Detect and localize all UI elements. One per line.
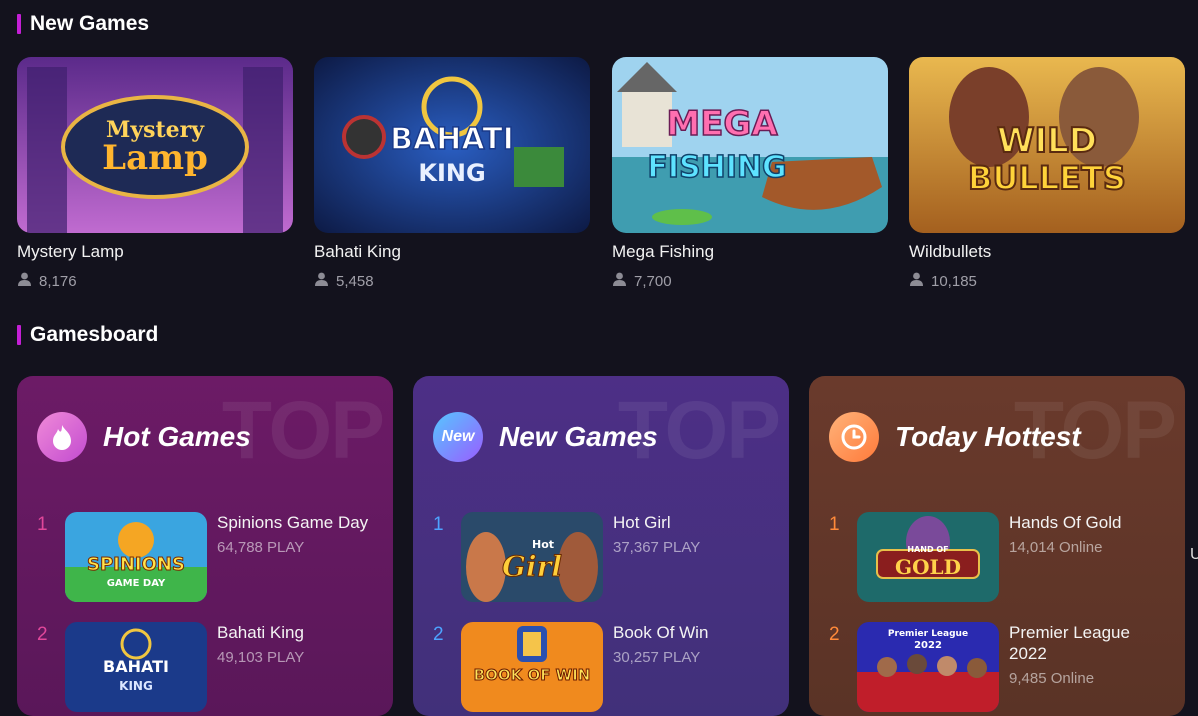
board-title: Hot Games <box>103 421 251 452</box>
player-count-value: 8,176 <box>39 272 77 290</box>
svg-text:BOOK OF WIN: BOOK OF WIN <box>474 666 591 684</box>
rank-number: 1 <box>433 514 444 535</box>
game-name[interactable]: Book Of Win <box>613 622 773 643</box>
svg-text:FISHING: FISHING <box>647 150 786 185</box>
ranked-game-item[interactable]: 2 BOOK OF WIN Book Of Win 30,257 PLAY <box>433 622 773 712</box>
svg-text:KING: KING <box>418 159 485 187</box>
svg-text:HAND OF: HAND OF <box>907 545 948 554</box>
svg-text:2022: 2022 <box>914 640 942 651</box>
svg-text:BAHATI: BAHATI <box>390 122 514 157</box>
game-thumbnail[interactable]: Premier League 2022 <box>857 622 999 712</box>
svg-text:Premier League: Premier League <box>888 629 968 639</box>
svg-text:BULLETS: BULLETS <box>968 159 1126 197</box>
svg-text:KING: KING <box>119 679 153 693</box>
game-name[interactable]: Bahati King <box>217 622 377 643</box>
player-count: 7,700 <box>612 272 888 290</box>
board-header: Today Hottest <box>829 412 1081 462</box>
user-icon <box>909 272 924 290</box>
game-name[interactable]: Mega Fishing <box>612 242 888 262</box>
game-name[interactable]: Hands Of Gold <box>1009 512 1169 533</box>
play-count: 64,788 PLAY <box>217 539 305 556</box>
game-name[interactable]: Premier League 2022 <box>1009 622 1169 664</box>
game-info: Hot Girl 37,367 PLAY <box>613 512 773 602</box>
ranked-game-item[interactable]: 1 HAND OF GOLD Hands Of Gold 14,014 Onli… <box>829 512 1169 602</box>
new-badge-icon: New <box>433 412 483 462</box>
rank-number: 1 <box>37 514 48 535</box>
game-info: Book Of Win 30,257 PLAY <box>613 622 773 712</box>
clock-icon <box>829 412 879 462</box>
game-info: Spinions Game Day 64,788 PLAY <box>217 512 377 602</box>
svg-text:Girl: Girl <box>502 550 562 583</box>
play-count: 30,257 PLAY <box>613 649 701 666</box>
board-title: Today Hottest <box>895 421 1081 452</box>
game-thumbnail[interactable]: Mystery Lamp <box>17 57 293 233</box>
user-icon <box>314 272 329 290</box>
svg-text:Lamp: Lamp <box>102 138 208 178</box>
game-card-mega-fishing[interactable]: MEGA FISHING Mega Fishing 7,700 <box>612 57 888 290</box>
rank-number: 2 <box>829 624 840 645</box>
board-header: New New Games <box>433 412 658 462</box>
new-games-heading: New Games <box>17 12 149 36</box>
svg-text:SPINIONS: SPINIONS <box>87 554 185 575</box>
svg-text:WILD: WILD <box>997 121 1097 161</box>
svg-text:MEGA: MEGA <box>666 104 778 144</box>
game-name[interactable]: Bahati King <box>314 242 590 262</box>
ranked-game-item[interactable]: 1 Hot Girl Hot Girl 37,367 PLAY <box>433 512 773 602</box>
game-thumbnail[interactable]: BAHATI KING <box>65 622 207 712</box>
heading-accent-bar <box>17 325 21 345</box>
game-thumbnail[interactable]: MEGA FISHING <box>612 57 888 233</box>
rank-number: 2 <box>37 624 48 645</box>
play-count: 37,367 PLAY <box>613 539 701 556</box>
player-count: 5,458 <box>314 272 590 290</box>
online-count: 14,014 Online <box>1009 539 1103 556</box>
rank-number: 2 <box>433 624 444 645</box>
play-count: 49,103 PLAY <box>217 649 305 666</box>
ranked-game-item[interactable]: 1 SPINIONS GAME DAY Spinions Game Day 64… <box>37 512 377 602</box>
online-count: 9,485 Online <box>1009 670 1095 687</box>
game-name[interactable]: Wildbullets <box>909 242 1185 262</box>
game-name[interactable]: Hot Girl <box>613 512 773 533</box>
player-count: 8,176 <box>17 272 293 290</box>
game-card-wildbullets[interactable]: WILD BULLETS Wildbullets 10,185 <box>909 57 1185 290</box>
board-header: Hot Games <box>37 412 251 462</box>
gamesboard-title: Gamesboard <box>30 323 159 346</box>
svg-text:GAME DAY: GAME DAY <box>107 578 166 589</box>
new-badge-text: New <box>441 428 475 445</box>
svg-text:GOLD: GOLD <box>895 555 961 579</box>
game-card-bahati-king[interactable]: BAHATI KING Bahati King 5,458 <box>314 57 590 290</box>
game-thumbnail[interactable]: WILD BULLETS <box>909 57 1185 233</box>
game-info: Premier League 2022 9,485 Online <box>1009 622 1169 712</box>
game-thumbnail[interactable]: BOOK OF WIN <box>461 622 603 712</box>
game-name[interactable]: Spinions Game Day <box>217 512 377 533</box>
board-new-games: TOP New New Games 1 Hot Girl Hot Girl 37… <box>413 376 789 716</box>
flame-icon <box>37 412 87 462</box>
player-count-value: 5,458 <box>336 272 374 290</box>
gamesboard-heading: Gamesboard <box>17 323 158 347</box>
player-count-value: 10,185 <box>931 272 977 290</box>
game-name[interactable]: Mystery Lamp <box>17 242 293 262</box>
player-count: 10,185 <box>909 272 1185 290</box>
game-thumbnail[interactable]: HAND OF GOLD <box>857 512 999 602</box>
ranked-game-item[interactable]: 2 Premier League 2022 Premier League 202… <box>829 622 1169 712</box>
game-info: Bahati King 49,103 PLAY <box>217 622 377 712</box>
rank-number: 1 <box>829 514 840 535</box>
board-title: New Games <box>499 421 658 452</box>
user-icon <box>612 272 627 290</box>
game-card-mystery-lamp[interactable]: Mystery Lamp Mystery Lamp 8,176 <box>17 57 293 290</box>
heading-accent-bar <box>17 14 21 34</box>
game-info: Hands Of Gold 14,014 Online <box>1009 512 1169 602</box>
game-thumbnail[interactable]: SPINIONS GAME DAY <box>65 512 207 602</box>
game-thumbnail[interactable]: Hot Girl <box>461 512 603 602</box>
new-games-title: New Games <box>30 12 150 35</box>
user-icon <box>17 272 32 290</box>
player-count-value: 7,700 <box>634 272 672 290</box>
ranked-game-item[interactable]: 2 BAHATI KING Bahati King 49,103 PLAY <box>37 622 377 712</box>
board-hot-games: TOP Hot Games 1 SPINIONS GAME DAY Spinio… <box>17 376 393 716</box>
clipped-text: U <box>1190 546 1198 563</box>
svg-text:BAHATI: BAHATI <box>103 657 169 676</box>
game-thumbnail[interactable]: BAHATI KING <box>314 57 590 233</box>
board-today-hottest: TOP Today Hottest 1 HAND OF GOLD Hands O… <box>809 376 1185 716</box>
